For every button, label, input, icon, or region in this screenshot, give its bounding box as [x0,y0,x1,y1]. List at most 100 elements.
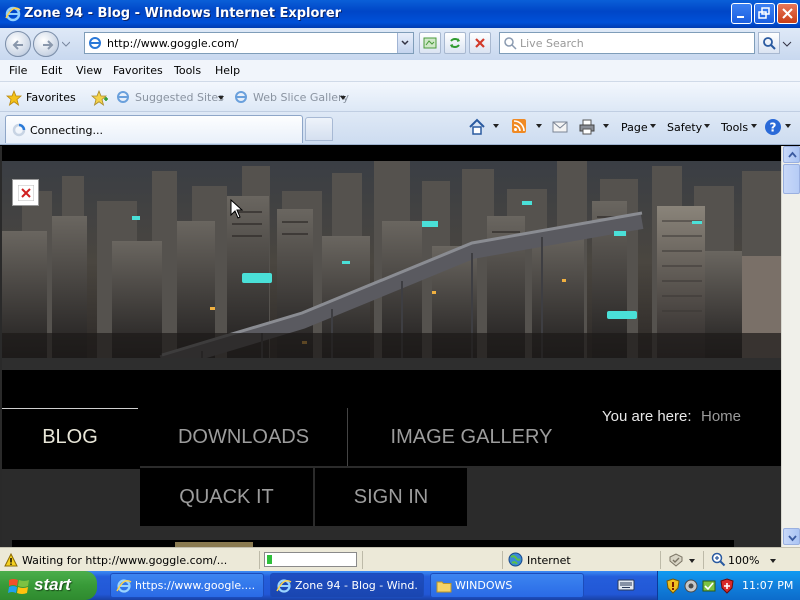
breadcrumb-home-link[interactable]: Home [701,408,741,425]
home-chevron-icon[interactable] [493,124,499,128]
search-box[interactable] [499,32,755,54]
update-icon[interactable] [702,578,716,594]
help-icon[interactable]: ? [764,118,782,136]
protected-mode-chevron-icon[interactable] [689,559,695,563]
progress-fill [267,555,272,564]
zoom-level[interactable]: 100% [728,554,759,567]
header-shadow-band [2,358,781,370]
search-input[interactable] [520,35,750,51]
menu-file[interactable]: File [9,64,27,77]
new-tab-button[interactable] [305,117,333,141]
page-chevron-icon[interactable] [650,124,656,128]
favorites-button[interactable]: Favorites [26,91,76,104]
network-icon[interactable] [684,578,698,594]
search-button[interactable] [758,32,780,54]
search-provider-icon [504,37,517,50]
status-separator [362,551,363,569]
status-bar: Waiting for http://www.goggle.com/... In… [0,547,800,571]
suggested-sites-link[interactable]: Suggested Sites [135,91,224,104]
favorites-bar: Favorites Suggested Sites Web Slice Gall… [0,82,800,112]
safety-menu[interactable]: Safety [667,121,702,134]
nav-blog[interactable]: BLOG [2,408,138,466]
restore-icon [758,7,770,19]
header-city-image [2,161,781,368]
internet-globe-icon [508,552,523,567]
refresh-button[interactable] [444,32,466,54]
feeds-chevron-icon[interactable] [536,124,542,128]
zoom-chevron-icon[interactable] [770,559,776,563]
loading-spinner-icon [12,123,26,137]
page-viewport: BLOG DOWNLOADS IMAGE GALLERY QUACK IT SI… [0,146,781,547]
menu-view[interactable]: View [76,64,102,77]
status-separator [703,551,704,569]
breadcrumb-label: You are here: [602,408,692,425]
start-button[interactable]: start [0,571,97,600]
page-menu[interactable]: Page [621,121,648,134]
scroll-down-button[interactable] [783,528,800,545]
taskbar-item-browser-1[interactable]: https://www.google.... [110,573,264,598]
tools-menu[interactable]: Tools [721,121,748,134]
print-chevron-icon[interactable] [603,124,609,128]
favorites-star-icon [6,90,22,106]
address-dropdown-button[interactable] [397,33,413,53]
web-slice-chevron-icon[interactable] [340,96,346,100]
safety-chevron-icon[interactable] [704,124,710,128]
protected-mode-icon[interactable] [668,553,684,567]
compatibility-view-button[interactable] [419,32,441,54]
page-ie-icon [89,37,101,49]
security-shield-icon[interactable] [666,578,680,594]
feeds-icon[interactable] [511,118,527,134]
url-input[interactable] [107,35,397,51]
address-field[interactable] [84,32,414,54]
chevron-down-icon [401,40,409,46]
vertical-scrollbar[interactable] [781,146,800,547]
system-clock[interactable]: 11:07 PM [742,579,793,592]
minimize-button[interactable] [731,3,752,24]
nav-image-gallery[interactable]: IMAGE GALLERY [350,408,593,466]
close-icon [782,8,793,19]
status-separator [660,551,661,569]
suggested-sites-ie-icon [117,91,129,103]
recent-pages-chevron-icon[interactable] [62,40,70,48]
ie-logo-icon [5,6,21,22]
menu-tools[interactable]: Tools [174,64,201,77]
menu-edit[interactable]: Edit [41,64,62,77]
close-button[interactable] [777,3,798,24]
nav-sign-in[interactable]: SIGN IN [315,468,467,526]
nav-quack-it[interactable]: QUACK IT [140,468,313,526]
windows-logo-icon [8,579,29,594]
print-icon[interactable] [578,118,596,136]
ie-taskbar-icon [116,579,132,593]
address-row [0,28,800,60]
read-mail-icon[interactable] [552,120,568,134]
tab-current[interactable]: Connecting... [5,115,303,143]
menu-favorites[interactable]: Favorites [113,64,163,77]
taskbar-item-label: WINDOWS [455,579,513,592]
search-icon [763,37,776,50]
refresh-icon [450,38,460,48]
zoom-icon[interactable] [711,552,726,567]
keyboard-language-icon[interactable] [617,578,635,592]
mouse-cursor-icon [230,199,244,219]
menu-help[interactable]: Help [215,64,240,77]
search-options-chevron-icon[interactable] [782,40,792,48]
scroll-thumb[interactable] [783,164,800,194]
tools-chevron-icon[interactable] [751,124,757,128]
taskbar-item-folder[interactable]: WINDOWS [430,573,584,598]
antivirus-icon[interactable] [720,578,734,594]
nav-underline [2,466,140,469]
stop-button[interactable] [469,32,491,54]
home-icon[interactable] [468,118,486,136]
help-chevron-icon[interactable] [785,124,791,128]
add-to-favorites-icon[interactable] [91,90,109,106]
scroll-up-button[interactable] [783,146,800,163]
back-button[interactable] [5,31,31,57]
taskbar-item-label: Zone 94 - Blog - Wind... [295,579,419,592]
restore-button[interactable] [754,3,775,24]
suggested-sites-chevron-icon[interactable] [218,96,224,100]
svg-text:?: ? [770,121,777,135]
forward-button[interactable] [33,31,59,57]
nav-downloads[interactable]: DOWNLOADS [140,408,348,466]
taskbar-item-browser-2[interactable]: Zone 94 - Blog - Wind... [270,573,424,598]
web-slice-gallery-link[interactable]: Web Slice Gallery [253,91,349,104]
